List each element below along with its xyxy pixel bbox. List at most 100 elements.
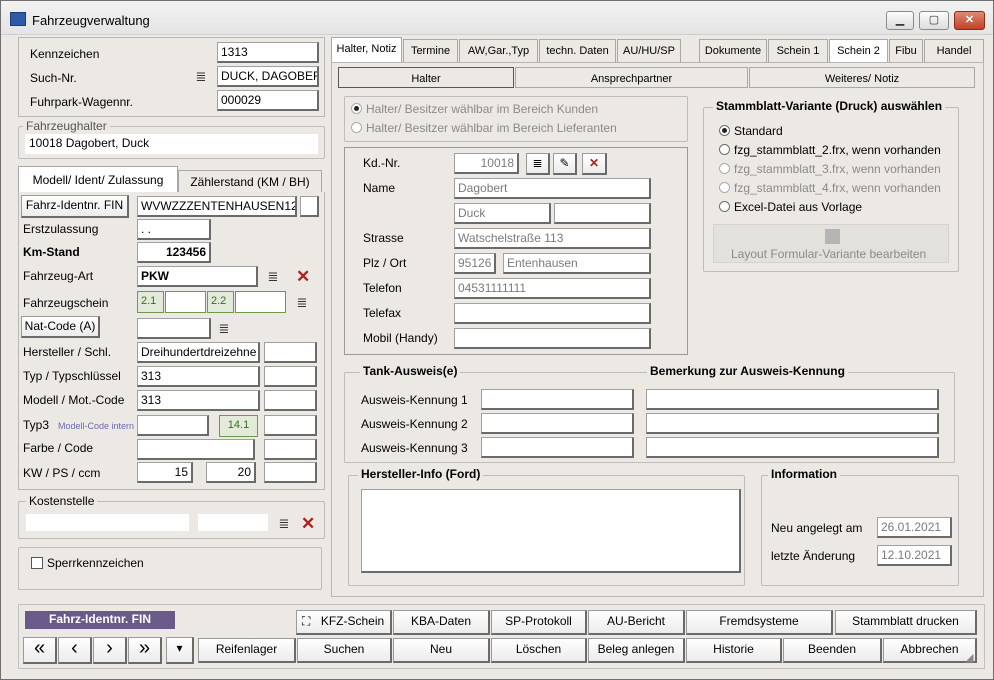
- name3-field[interactable]: [554, 203, 651, 224]
- beenden-button[interactable]: Beenden: [783, 638, 882, 663]
- tab-halter-notiz[interactable]: Halter, Notiz: [331, 37, 402, 62]
- bemerkung3-field[interactable]: [646, 437, 939, 458]
- radio-kunden[interactable]: [351, 103, 362, 114]
- ort-field[interactable]: Entenhausen: [503, 253, 651, 274]
- tab-dokumente[interactable]: Dokumente: [699, 39, 767, 62]
- kunde-edit-button[interactable]: ✎: [553, 153, 577, 175]
- modell-field[interactable]: 313: [137, 390, 260, 411]
- nav-menu-button[interactable]: ▾: [166, 637, 194, 664]
- nav-last-button[interactable]: »: [128, 637, 162, 664]
- schein-21-field[interactable]: [165, 291, 206, 313]
- subtab-ansprechpartner[interactable]: Ansprechpartner: [515, 67, 748, 88]
- au-bericht-button[interactable]: AU-Bericht: [588, 610, 685, 635]
- list-icon[interactable]: ≣: [295, 296, 309, 309]
- minimize-button[interactable]: ▁: [886, 11, 914, 30]
- name1-field[interactable]: Dagobert: [454, 178, 651, 199]
- close-button[interactable]: ✕: [954, 11, 985, 30]
- kba-daten-button[interactable]: KBA-Daten: [393, 610, 490, 635]
- tab-schein-1[interactable]: Schein 1: [768, 39, 828, 62]
- fin-extra-field[interactable]: [300, 196, 319, 217]
- typ3-extra-field[interactable]: [264, 415, 317, 436]
- tab-schein-2[interactable]: Schein 2: [829, 39, 888, 62]
- tab-modell-ident[interactable]: Modell/ Ident/ Zulassung: [18, 166, 178, 192]
- kostenstelle-field[interactable]: [26, 514, 189, 531]
- farbcode-field[interactable]: [264, 439, 317, 460]
- delete-icon[interactable]: ✕: [296, 268, 310, 285]
- radio-excel[interactable]: [719, 201, 730, 212]
- fzgart-field[interactable]: PKW: [137, 266, 258, 287]
- kmstand-field[interactable]: 123456: [137, 242, 211, 263]
- natcode-button[interactable]: Nat-Code (A): [21, 316, 100, 338]
- fuhrpark-field[interactable]: 000029: [217, 90, 319, 111]
- sp-protokoll-button[interactable]: SP-Protokoll: [491, 610, 587, 635]
- tab-handel[interactable]: Handel: [924, 39, 984, 62]
- fin-field[interactable]: WVWZZZENTENHAUSEN12: [137, 196, 297, 217]
- typschluessel-field[interactable]: [264, 366, 317, 387]
- motcode-field[interactable]: [264, 390, 317, 411]
- radio-stammblatt-4[interactable]: [719, 182, 730, 193]
- list-icon[interactable]: ≣: [266, 270, 280, 283]
- subtab-weiteres-notiz[interactable]: Weiteres/ Notiz: [749, 67, 975, 88]
- neu-button[interactable]: Neu: [393, 638, 490, 663]
- radio-standard[interactable]: [719, 125, 730, 136]
- fremdsysteme-button[interactable]: Fremdsysteme: [686, 610, 833, 635]
- schein-22-field[interactable]: [235, 291, 286, 313]
- radio-lieferanten[interactable]: [351, 122, 362, 133]
- nav-first-button[interactable]: «: [23, 637, 57, 664]
- plz-field[interactable]: 95126: [454, 253, 496, 274]
- kw-field[interactable]: 15: [137, 462, 193, 483]
- name2-field[interactable]: Duck: [454, 203, 551, 224]
- radio-stammblatt-3[interactable]: [719, 163, 730, 174]
- fin-button[interactable]: Fahrz-Identnr. FIN: [21, 195, 129, 218]
- bemerkung2-field[interactable]: [646, 413, 939, 434]
- kostenstelle-extra-field[interactable]: [198, 514, 268, 531]
- kdnr-field[interactable]: 10018: [454, 153, 519, 174]
- halter-field[interactable]: 10018 Dagobert, Duck: [25, 134, 318, 154]
- kunde-delete-button[interactable]: ✕: [582, 153, 607, 175]
- tab-zaehlerstand[interactable]: Zählerstand (KM / BH): [178, 170, 322, 192]
- kennung1-field[interactable]: [481, 389, 634, 410]
- tab-termine[interactable]: Termine: [403, 39, 458, 62]
- beleg-anlegen-button[interactable]: Beleg anlegen: [588, 638, 685, 663]
- tab-fibu[interactable]: Fibu: [889, 39, 923, 62]
- nav-prev-button[interactable]: ‹: [58, 637, 92, 664]
- radio-stammblatt-2[interactable]: [719, 144, 730, 155]
- list-icon[interactable]: ≣: [217, 322, 231, 335]
- resize-grip-icon[interactable]: ◢: [965, 651, 973, 664]
- bemerkung1-field[interactable]: [646, 389, 939, 410]
- hersteller-schl-field[interactable]: [264, 342, 317, 363]
- reifenlager-button[interactable]: Reifenlager: [198, 638, 296, 663]
- maximize-button[interactable]: ▢: [919, 11, 949, 30]
- delete-icon[interactable]: ✕: [301, 515, 315, 532]
- loeschen-button[interactable]: Löschen: [491, 638, 587, 663]
- ccm-field[interactable]: [264, 462, 317, 483]
- kfz-schein-button[interactable]: ⛶ KFZ-Schein: [296, 610, 392, 635]
- historie-button[interactable]: Historie: [686, 638, 782, 663]
- subtab-halter[interactable]: Halter: [338, 67, 514, 88]
- typ3-field[interactable]: [137, 415, 209, 436]
- suchen-button[interactable]: Suchen: [297, 638, 392, 663]
- list-icon[interactable]: ≣: [277, 517, 291, 530]
- sperr-checkbox[interactable]: [31, 557, 43, 569]
- tab-techn-daten[interactable]: techn. Daten: [539, 39, 616, 62]
- hersteller-info-text[interactable]: [361, 489, 741, 573]
- kunde-list-button[interactable]: ≣: [526, 153, 550, 175]
- abbrechen-button[interactable]: Abbrechen: [883, 638, 977, 663]
- layout-button[interactable]: Layout Formular-Variante bearbeiten: [713, 224, 949, 263]
- kennung3-field[interactable]: [481, 437, 634, 458]
- natcode-field[interactable]: [137, 318, 211, 339]
- typ-field[interactable]: 313: [137, 366, 260, 387]
- ps-field[interactable]: 20: [206, 462, 256, 483]
- hersteller-field[interactable]: Dreihundertdreizehne: [137, 342, 260, 363]
- kennzeichen-field[interactable]: 1313: [217, 42, 319, 63]
- mobil-field[interactable]: [454, 328, 651, 349]
- nav-next-button[interactable]: ›: [93, 637, 127, 664]
- suchnr-field[interactable]: DUCK, DAGOBERT: [217, 66, 319, 87]
- tab-au-hu-sp[interactable]: AU/HU/SP: [617, 39, 681, 62]
- list-icon[interactable]: ≣: [194, 70, 208, 83]
- erstzul-field[interactable]: . .: [137, 219, 211, 240]
- tab-aw-gar-typ[interactable]: AW,Gar.,Typ: [459, 39, 538, 62]
- telefax-field[interactable]: [454, 303, 651, 324]
- telefon-field[interactable]: 04531111111: [454, 278, 651, 299]
- strasse-field[interactable]: Watschelstraße 113: [454, 228, 651, 249]
